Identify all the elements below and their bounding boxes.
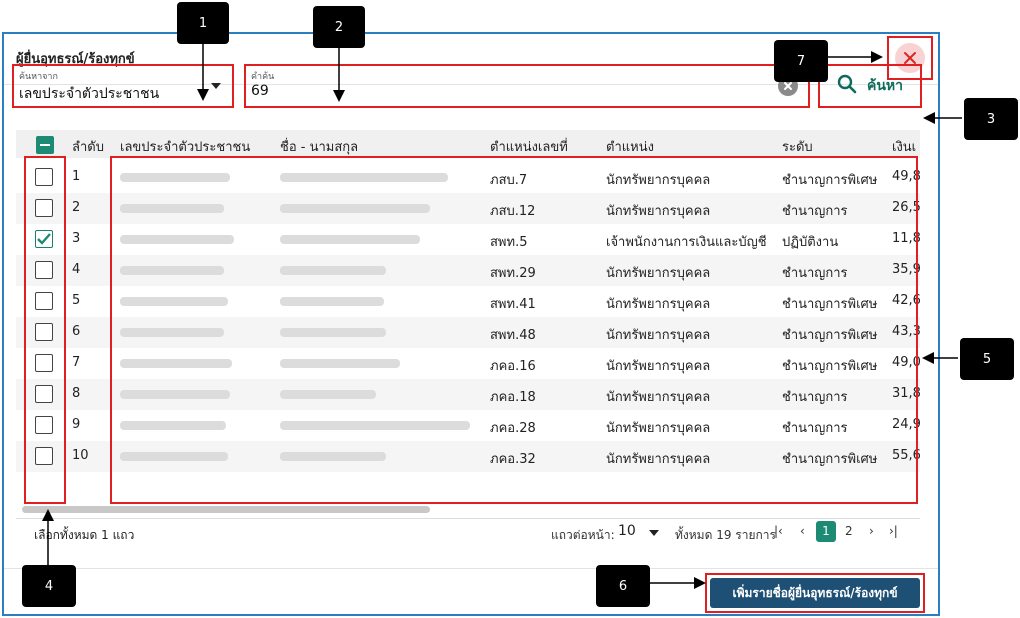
cell-no: 6	[72, 324, 81, 339]
rows-per-page-select[interactable]: 10	[618, 523, 636, 539]
search-field-value: เลขประจำตัวประชาชน	[19, 86, 160, 102]
column-header-name: ชื่อ - นามสกุล	[280, 140, 359, 155]
chevron-down-icon[interactable]	[649, 530, 659, 536]
page-button-current[interactable]: 1	[816, 521, 836, 542]
screen: ผู้ยื่นอุทธรณ์/ร้องทุกข์ ค้นหาจาก เลขประ…	[0, 0, 1020, 618]
add-button-highlight: เพิ่มรายชื่อผู้ยื่นอุทธรณ์/ร้องทุกข์	[705, 573, 925, 613]
search-button[interactable]: ค้นหา	[818, 64, 922, 108]
cell-no: 9	[72, 417, 81, 432]
cell-no: 5	[72, 293, 81, 308]
callout-badge: 3	[964, 98, 1018, 140]
search-icon	[837, 74, 857, 98]
last-page-button[interactable]: ›|	[889, 524, 898, 538]
column-header-no: ลำดับ	[72, 140, 104, 155]
checkbox-column-highlight	[24, 156, 66, 504]
horizontal-scrollbar[interactable]	[22, 506, 430, 513]
column-header-position-no: ตำแหน่งเลขที่	[490, 140, 568, 155]
callout-badge: 1	[177, 2, 229, 44]
data-table: ลำดับ เลขประจำตัวประชาชน ชื่อ - นามสกุล …	[16, 124, 920, 516]
total-count: ทั้งหมด 19 รายการ	[675, 528, 776, 542]
column-header-level: ระดับ	[782, 140, 813, 155]
callout-badge: 6	[596, 565, 650, 607]
callout-badge: 7	[774, 40, 828, 82]
keyword-value: 69	[251, 83, 269, 99]
page-button[interactable]: 2	[845, 524, 853, 538]
next-page-button[interactable]: ›	[869, 524, 874, 538]
cell-no: 10	[72, 448, 89, 463]
callout-badge: 2	[313, 6, 365, 48]
first-page-button[interactable]: |‹	[774, 524, 783, 538]
footer-divider	[4, 568, 938, 569]
column-header-salary: เงินเ	[892, 140, 917, 155]
search-field-label: ค้นหาจาก	[19, 72, 58, 82]
cell-no: 1	[72, 169, 81, 184]
add-complainant-button[interactable]: เพิ่มรายชื่อผู้ยื่นอุทธรณ์/ร้องทุกข์	[710, 578, 920, 608]
cell-no: 7	[72, 355, 81, 370]
rows-per-page-label: แถวต่อหน้า:	[551, 528, 615, 542]
search-button-label: ค้นหา	[866, 78, 904, 94]
column-header-position: ตำแหน่ง	[606, 140, 654, 155]
chevron-down-icon	[211, 83, 221, 89]
prev-page-button[interactable]: ‹	[800, 524, 805, 538]
table-footer-divider	[16, 518, 920, 519]
cell-no: 2	[72, 200, 81, 215]
selected-count: เลือกทั้งหมด 1 แถว	[34, 528, 135, 542]
cell-no: 4	[72, 262, 81, 277]
cell-no: 8	[72, 386, 81, 401]
search-field-select[interactable]: ค้นหาจาก เลขประจำตัวประชาชน	[12, 64, 234, 108]
keyword-label: คำค้น	[251, 72, 275, 82]
table-header: ลำดับ เลขประจำตัวประชาชน ชื่อ - นามสกุล …	[16, 130, 920, 158]
keyword-input[interactable]: คำค้น 69	[244, 64, 810, 108]
cell-no: 3	[72, 231, 81, 246]
data-highlight	[110, 156, 918, 504]
callout-badge: 5	[960, 338, 1014, 380]
column-header-id: เลขประจำตัวประชาชน	[120, 140, 251, 155]
select-all-checkbox[interactable]	[36, 136, 54, 154]
callout-badge: 4	[22, 565, 76, 607]
